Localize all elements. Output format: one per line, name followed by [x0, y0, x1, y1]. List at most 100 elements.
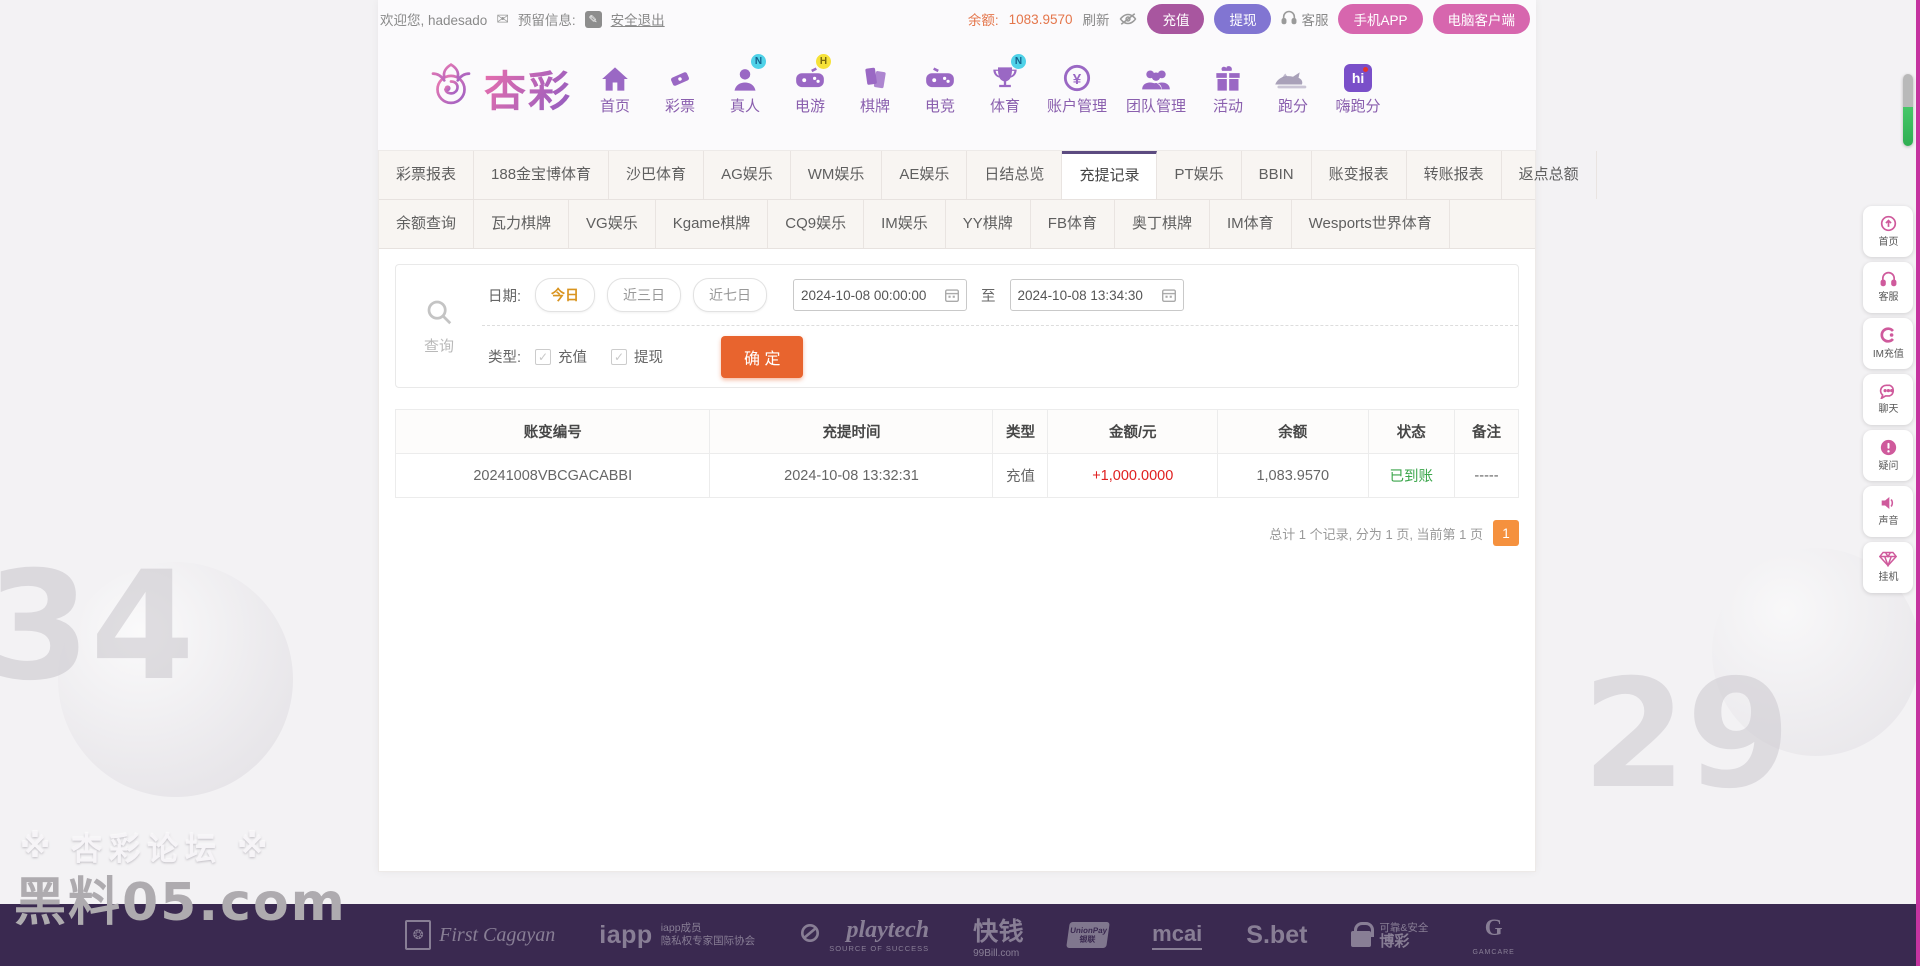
customer-service-link[interactable]: 客服	[1281, 9, 1328, 29]
tab-transfer-report[interactable]: 转账报表	[1407, 151, 1502, 199]
sidebar-item-home[interactable]: 首页	[1863, 206, 1913, 257]
site-watermark: 黑料05.com	[14, 873, 347, 933]
eye-off-icon[interactable]	[1119, 12, 1137, 26]
withdraw-button[interactable]: 提现	[1214, 4, 1272, 34]
sidebar-item-chat[interactable]: 聊天	[1863, 374, 1913, 425]
report-tabs-row-2: 余额查询 瓦力棋牌 VG娱乐 Kgame棋牌 CQ9娱乐 IM娱乐 YY棋牌 F…	[379, 200, 1535, 249]
sidebar-item-afk[interactable]: 挂机	[1863, 542, 1913, 593]
tab-pt[interactable]: PT娱乐	[1157, 151, 1242, 199]
quick-today-button[interactable]: 今日	[535, 278, 596, 312]
nav-item-lottery[interactable]: 彩票	[657, 60, 703, 116]
calendar-icon[interactable]	[945, 288, 960, 302]
tab-lottery-report[interactable]: 彩票报表	[379, 151, 475, 199]
cell-status: 已到账	[1367, 453, 1455, 498]
checkbox-check-icon: ✓	[535, 348, 552, 365]
tab-cq9[interactable]: CQ9娱乐	[768, 200, 865, 248]
date-to-field[interactable]	[1009, 279, 1184, 311]
tab-bbin[interactable]: BBIN	[1242, 151, 1312, 199]
mobile-app-button[interactable]: 手机APP	[1338, 4, 1423, 34]
yuan-coin-icon: ¥	[1063, 60, 1091, 92]
query-label-block: 查询	[396, 265, 482, 387]
date-to-input[interactable]	[1017, 287, 1160, 303]
confirm-button[interactable]: 确 定	[721, 335, 804, 378]
tab-wali-cards[interactable]: 瓦力棋牌	[474, 200, 570, 248]
nav-item-live[interactable]: N 真人	[722, 54, 768, 116]
nav-item-paofen[interactable]: 跑分	[1270, 60, 1316, 116]
sidebar-item-service[interactable]: 客服	[1863, 262, 1913, 313]
new-badge: N	[1011, 54, 1027, 69]
withdraw-checkbox[interactable]: ✓ 提现	[611, 346, 663, 367]
tab-ag[interactable]: AG娱乐	[704, 151, 791, 199]
date-label: 日期:	[488, 288, 522, 305]
mail-icon[interactable]: ✉	[496, 10, 509, 28]
tab-ae[interactable]: AE娱乐	[882, 151, 968, 199]
sidebar-item-im-recharge[interactable]: IM充值	[1863, 318, 1913, 369]
headset-icon	[1281, 10, 1297, 28]
tab-188bet-sports[interactable]: 188金宝博体育	[474, 151, 610, 199]
deposit-checkbox[interactable]: ✓ 充值	[535, 346, 587, 367]
refresh-link[interactable]: 刷新	[1082, 9, 1109, 29]
col-header-amount: 金额/元	[1047, 409, 1219, 454]
quick-3days-button[interactable]: 近三日	[607, 278, 682, 312]
to-label: 至	[981, 288, 996, 305]
tab-saba-sports[interactable]: 沙巴体育	[609, 151, 705, 199]
nav-item-promotions[interactable]: 活动	[1205, 60, 1251, 116]
sidebar-item-sound[interactable]: 声音	[1863, 486, 1913, 537]
nav-item-esports[interactable]: 电竞	[917, 60, 963, 116]
date-from-field[interactable]	[793, 279, 968, 311]
deposit-button[interactable]: 充值	[1147, 4, 1205, 34]
tab-daily-summary[interactable]: 日结总览	[967, 151, 1063, 199]
tab-im-entertainment[interactable]: IM娱乐	[864, 200, 946, 248]
tab-yy-cards[interactable]: YY棋牌	[946, 200, 1031, 248]
sidebar-item-question[interactable]: 疑问	[1863, 430, 1913, 481]
tab-im-sports[interactable]: IM体育	[1210, 200, 1292, 248]
edit-icon[interactable]: ✎	[584, 10, 602, 28]
tab-wesports[interactable]: Wesports世界体育	[1292, 200, 1450, 248]
brand-logo[interactable]: 杏彩	[424, 58, 572, 119]
nav-item-team-mgmt[interactable]: 团队管理	[1126, 60, 1186, 116]
nav-item-sports[interactable]: N 体育	[982, 54, 1028, 116]
nav-item-egames[interactable]: H 电游	[787, 54, 833, 116]
filter-fields: 日期: 今日 近三日 近七日 至 类	[482, 265, 1518, 387]
tab-rebate-total[interactable]: 返点总额	[1502, 151, 1597, 199]
home-icon	[601, 60, 629, 92]
nav-item-account-mgmt[interactable]: ¥ 账户管理	[1047, 60, 1107, 116]
tab-vg[interactable]: VG娱乐	[569, 200, 656, 248]
padlock-icon	[1351, 922, 1375, 947]
reserved-info-label: 预留信息:	[517, 13, 576, 28]
date-from-input[interactable]	[801, 287, 944, 303]
tab-kgame[interactable]: Kgame棋牌	[656, 200, 769, 248]
speaker-icon	[1880, 495, 1897, 511]
cell-type: 充值	[992, 453, 1049, 498]
table-header-row: 账变编号 充提时间 类型 金额/元 余额 状态 备注	[394, 409, 1520, 454]
records-table: 账变编号 充提时间 类型 金额/元 余额 状态 备注 20241008VBCGA…	[394, 409, 1520, 498]
tab-wm[interactable]: WM娱乐	[791, 151, 883, 199]
nav-item-hi-paofen[interactable]: hi 嗨跑分	[1335, 60, 1381, 116]
tab-fb-sports[interactable]: FB体育	[1031, 200, 1115, 248]
paofen-rhino-logo	[1273, 60, 1313, 92]
tab-aoding-cards[interactable]: 奥丁棋牌	[1115, 200, 1210, 248]
tab-deposit-withdraw-records[interactable]: 充提记录	[1062, 151, 1158, 199]
logout-link[interactable]: 安全退出	[611, 9, 665, 29]
col-header-time: 充提时间	[709, 409, 994, 454]
page-1-button[interactable]: 1	[1493, 520, 1519, 546]
calendar-icon[interactable]	[1161, 288, 1176, 302]
top-bar: 欢迎您, hadesado ✉ 预留信息: ✎ 安全退出 余额: 1083.95…	[378, 0, 1536, 34]
esports-gamepad-icon	[925, 60, 955, 92]
nav-item-cards[interactable]: 棋牌	[852, 60, 898, 116]
main-nav: 首页 彩票 N 真人 H 电游 棋牌 电竞 N 体育 ¥ 账户管理 团队管理 活…	[592, 54, 1381, 116]
svg-text:¥: ¥	[1073, 71, 1082, 88]
tab-balance-query[interactable]: 余额查询	[379, 200, 475, 248]
scrollbar-thumb[interactable]	[1903, 74, 1913, 146]
pc-client-button[interactable]: 电脑客户端	[1432, 4, 1530, 34]
customer-service-label: 客服	[1301, 13, 1329, 28]
magnifier-icon	[424, 297, 454, 331]
col-header-remark: 备注	[1453, 409, 1520, 454]
cell-amount: +1,000.0000	[1047, 453, 1219, 498]
playtech-swirl-icon	[799, 922, 821, 949]
nav-item-home[interactable]: 首页	[592, 60, 638, 116]
hi-app-icon: hi	[1344, 60, 1373, 92]
tab-account-change-report[interactable]: 账变报表	[1312, 151, 1407, 199]
quick-7days-button[interactable]: 近七日	[693, 278, 768, 312]
col-header-change-id: 账变编号	[394, 409, 711, 454]
